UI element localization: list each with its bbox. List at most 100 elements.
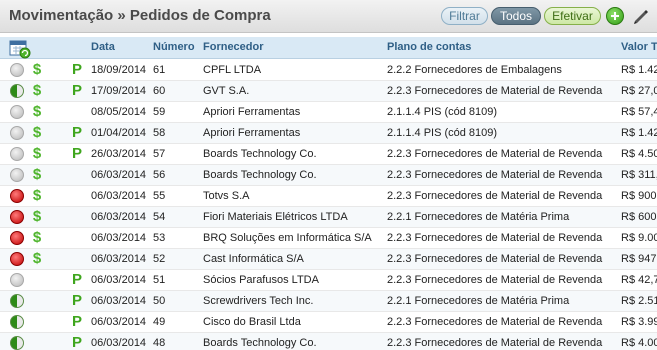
order-number: 58 — [153, 127, 166, 139]
status-icon[interactable] — [10, 189, 24, 203]
table-header: Data Número Fornecedor Plano de contas V… — [0, 37, 657, 59]
add-icon[interactable] — [606, 7, 624, 25]
confirm-button[interactable]: Efetivar — [544, 7, 601, 25]
column-header-numero[interactable]: Número — [153, 41, 195, 53]
table-row[interactable]: P 06/03/2014 50 Screwdrivers Tech Inc. 2.2.1… — [0, 291, 657, 312]
payment-icon[interactable]: $ — [31, 229, 43, 246]
account-plan: 2.2.1 Fornecedores de Matéria Prima — [387, 295, 570, 307]
table-row[interactable]: $ P 18/09/2014 61 CPFL LTDA 2.2.2 Fornecedore… — [0, 60, 657, 81]
pending-icon[interactable]: P — [71, 145, 83, 162]
payment-icon[interactable]: $ — [31, 103, 43, 120]
column-header-plano[interactable]: Plano de contas — [387, 41, 471, 53]
table-row[interactable]: P 06/03/2014 48 Boards Technology Co. 2.2.3 … — [0, 333, 657, 350]
status-icon[interactable] — [10, 84, 24, 98]
order-date: 17/09/2014 — [91, 85, 147, 97]
column-header-data[interactable]: Data — [91, 41, 115, 53]
supplier-name: BRQ Soluções em Informática S/A — [203, 232, 372, 244]
supplier-name: Cisco do Brasil Ltda — [203, 316, 301, 328]
status-icon[interactable] — [10, 126, 24, 140]
all-button[interactable]: Todos — [491, 7, 541, 25]
order-date: 06/03/2014 — [91, 274, 147, 286]
status-icon[interactable] — [10, 210, 24, 224]
account-plan: 2.2.2 Fornecedores de Embalagens — [387, 64, 562, 76]
edit-icon[interactable] — [632, 7, 650, 25]
column-header-fornecedor[interactable]: Fornecedor — [203, 41, 264, 53]
table-row[interactable]: $06/03/2014 53 BRQ Soluções em Informática… — [0, 228, 657, 249]
supplier-name: Apriori Ferramentas — [203, 106, 301, 118]
order-number: 52 — [153, 253, 166, 265]
order-date: 26/03/2014 — [91, 148, 147, 160]
payment-icon[interactable]: $ — [31, 208, 43, 225]
pending-icon[interactable]: P — [71, 124, 83, 141]
status-icon[interactable] — [10, 105, 24, 119]
status-icon[interactable] — [10, 252, 24, 266]
calendar-refresh-icon[interactable] — [9, 39, 31, 59]
supplier-name: Cast Informática S/A — [203, 253, 304, 265]
account-plan: 2.2.3 Fornecedores de Material de Revend… — [387, 232, 603, 244]
status-icon[interactable] — [10, 147, 24, 161]
table-row[interactable]: $ P 01/04/2014 58 Apriori Ferramentas 2.1.1.4… — [0, 123, 657, 144]
pending-icon[interactable]: P — [71, 334, 83, 350]
table-row[interactable]: $06/03/2014 52 Cast Informática S/A 2.2.3 F… — [0, 249, 657, 270]
table-row[interactable]: $06/03/2014 56 Boards Technology Co. 2.2.3 … — [0, 165, 657, 186]
order-date: 06/03/2014 — [91, 169, 147, 181]
payment-icon[interactable]: $ — [31, 145, 43, 162]
order-date: 06/03/2014 — [91, 211, 147, 223]
order-number: 55 — [153, 190, 166, 202]
status-icon[interactable] — [10, 294, 24, 308]
account-plan: 2.1.1.4 PIS (cód 8109) — [387, 106, 498, 118]
order-date: 06/03/2014 — [91, 316, 147, 328]
supplier-name: Totvs S.A — [203, 190, 250, 202]
status-icon[interactable] — [10, 63, 24, 77]
payment-icon[interactable]: $ — [31, 166, 43, 183]
pending-icon[interactable]: P — [71, 61, 83, 78]
status-icon[interactable] — [10, 273, 24, 287]
payment-icon[interactable]: $ — [31, 82, 43, 99]
status-icon[interactable] — [10, 336, 24, 350]
order-number: 51 — [153, 274, 166, 286]
order-number: 60 — [153, 85, 166, 97]
supplier-name: Boards Technology Co. — [203, 148, 317, 160]
payment-icon[interactable]: $ — [31, 187, 43, 204]
column-header-valor[interactable]: Valor T — [621, 41, 657, 53]
table-row[interactable]: P 06/03/2014 51 Sócios Parafusos LTDA 2.2.3 … — [0, 270, 657, 291]
status-icon[interactable] — [10, 315, 24, 329]
status-icon[interactable] — [10, 168, 24, 182]
order-total: R$ 2.51 — [621, 295, 657, 307]
pending-icon[interactable]: P — [71, 271, 83, 288]
supplier-name: Boards Technology Co. — [203, 337, 317, 349]
payment-icon[interactable]: $ — [31, 61, 43, 78]
supplier-name: GVT S.A. — [203, 85, 250, 97]
table-row[interactable]: $ P 17/09/2014 60 GVT S.A. 2.2.3 Fornecedores… — [0, 81, 657, 102]
account-plan: 2.2.3 Fornecedores de Material de Revend… — [387, 253, 603, 265]
order-date: 06/03/2014 — [91, 295, 147, 307]
table-row[interactable]: $06/03/2014 54 Fiori Materiais Elétricos L… — [0, 207, 657, 228]
payment-icon[interactable]: $ — [31, 124, 43, 141]
table-row[interactable]: $08/05/2014 59 Apriori Ferramentas 2.1.1.4 … — [0, 102, 657, 123]
order-total: R$ 600, — [621, 211, 657, 223]
order-total: R$ 1.42 — [621, 64, 657, 76]
account-plan: 2.2.1 Fornecedores de Matéria Prima — [387, 211, 570, 223]
payment-icon[interactable]: $ — [31, 250, 43, 267]
order-number: 57 — [153, 148, 166, 160]
account-plan: 2.2.3 Fornecedores de Material de Revend… — [387, 169, 603, 181]
order-total: R$ 9.00 — [621, 232, 657, 244]
table-row[interactable]: $ P 26/03/2014 57 Boards Technology Co. 2.2.3… — [0, 144, 657, 165]
account-plan: 2.1.1.4 PIS (cód 8109) — [387, 127, 498, 139]
order-total: R$ 27,0 — [621, 85, 657, 97]
order-total: R$ 57,4 — [621, 106, 657, 118]
pending-icon[interactable]: P — [71, 313, 83, 330]
order-total: R$ 900, — [621, 190, 657, 202]
table-row[interactable]: $06/03/2014 55 Totvs S.A 2.2.3 Fornecedores… — [0, 186, 657, 207]
status-icon[interactable] — [10, 231, 24, 245]
pending-icon[interactable]: P — [71, 292, 83, 309]
order-number: 48 — [153, 337, 166, 349]
filter-button[interactable]: Filtrar — [441, 7, 488, 25]
table-row[interactable]: P 06/03/2014 49 Cisco do Brasil Ltda 2.2.3 F… — [0, 312, 657, 333]
order-total: R$ 311, — [621, 169, 657, 181]
title-bar: Movimentação » Pedidos de Compra Filtrar… — [0, 0, 657, 33]
order-date: 06/03/2014 — [91, 337, 147, 349]
order-number: 59 — [153, 106, 166, 118]
order-total: R$ 4.00 — [621, 337, 657, 349]
pending-icon[interactable]: P — [71, 82, 83, 99]
